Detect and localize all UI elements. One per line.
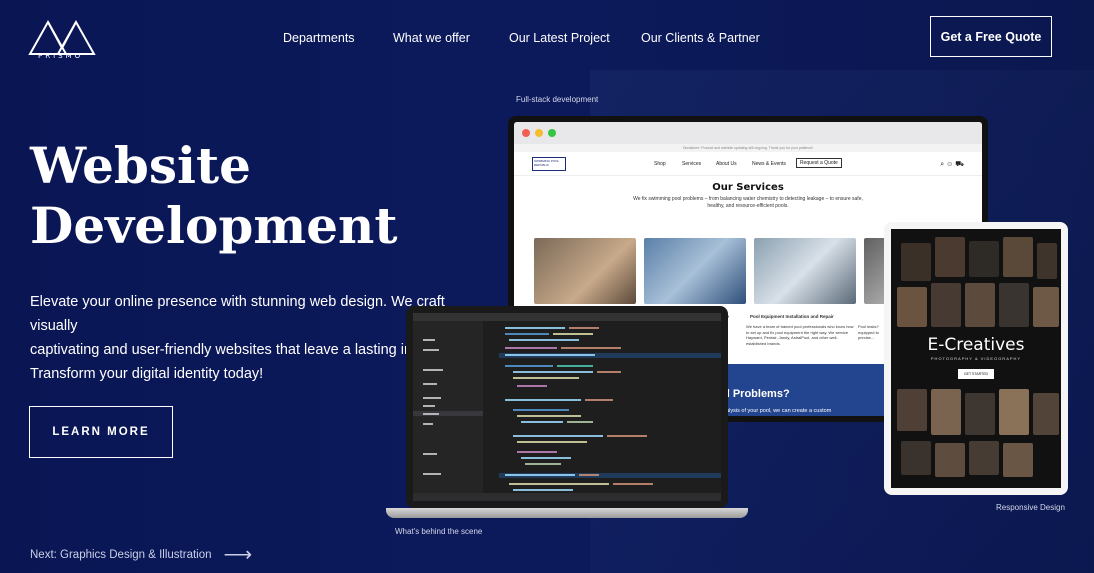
tablet-mockup: E-Creatives PHOTOGRAPHY & VIDEOGRAPHY GE… [884,222,1068,495]
gallery-tile [999,283,1029,327]
caption-behind-scene: What's behind the scene [395,527,483,536]
mock-band-subtitle: analysis of your pool, we can create a c… [720,408,832,414]
gallery-tile [935,237,965,277]
mock-site-nav: SWIMMING POOL REPUBLIC Shop Services Abo… [514,152,982,176]
gallery-tile [1003,237,1033,277]
gallery-tile [965,283,995,327]
nav-clients-partner[interactable]: Our Clients & Partner [641,31,760,45]
mock-card3-text: We have a team of trained pool professio… [746,324,854,346]
mock-site-logo: SWIMMING POOL REPUBLIC [532,157,566,171]
mock-services-title: Our Services [712,182,784,193]
mock-announcement: Disclaimer: Product and website updating… [514,144,982,152]
maximize-dot-icon [548,129,556,137]
gallery-tile [931,389,961,435]
hero-title-line1: Website [30,136,251,195]
laptop-base [386,508,748,518]
nav-what-we-offer[interactable]: What we offer [393,31,470,45]
code-editor-screen [413,313,721,501]
learn-more-button[interactable]: LEARN MORE [29,406,173,458]
gallery-tile [897,287,927,327]
tablet-site-subtitle: PHOTOGRAPHY & VIDEOGRAPHY [930,356,1022,361]
gallery-tile [1003,443,1033,477]
brand-name: PRISMO [38,52,84,60]
gallery-tile [999,389,1029,435]
gallery-tile [969,441,999,475]
mock-card3-title: Pool Equipment Installation and Repair [750,314,834,319]
mock-nav-shop: Shop [654,161,666,167]
mock-card-image [534,238,636,304]
mock-services-subtitle: We fix swimming pool problems – from bal… [633,196,863,209]
tablet-get-started-button: GET STARTED [958,369,994,379]
browser-bar [514,122,982,144]
mock-nav-news: News & Events [752,161,786,167]
gallery-tile [897,389,927,431]
nav-departments[interactable]: Departments [283,31,355,45]
gallery-tile [1033,393,1059,435]
minimize-dot-icon [535,129,543,137]
mock-nav-about: About Us [716,161,737,167]
mock-band-title: ol Problems? [720,388,790,400]
gallery-tile [965,393,995,435]
mock-card-image [644,238,746,304]
next-link-label: Next: Graphics Design & Illustration [30,549,212,561]
tablet-site-title: E-Creatives [927,335,1025,355]
gallery-tile [901,441,931,475]
gallery-tile [1037,243,1057,279]
mock-site-icons: ⌕ ☺ ⛟ [940,161,964,168]
tablet-screen: E-Creatives PHOTOGRAPHY & VIDEOGRAPHY GE… [891,229,1061,488]
caption-fullstack: Full-stack development [516,95,599,104]
next-link[interactable]: Next: Graphics Design & Illustration ⟶ [30,544,253,566]
mock-card-image [754,238,856,304]
gallery-tile [1033,287,1059,327]
nav-latest-project[interactable]: Our Latest Project [509,31,610,45]
arrow-right-icon: ⟶ [223,544,253,566]
gallery-tile [931,283,961,327]
hero-title-line2: Development [30,196,398,255]
laptop-mockup [406,306,728,508]
close-dot-icon [522,129,530,137]
hero-title: Website Development [30,136,430,256]
mock-nav-services: Services [682,161,702,167]
gallery-tile [901,243,931,281]
free-quote-button[interactable]: Get a Free Quote [930,16,1052,57]
gallery-tile [935,443,965,477]
mock-request-button: Request a Quote [796,158,842,168]
caption-responsive: Responsive Design [996,503,1065,512]
gallery-tile [969,241,999,277]
code-lines [423,327,653,491]
